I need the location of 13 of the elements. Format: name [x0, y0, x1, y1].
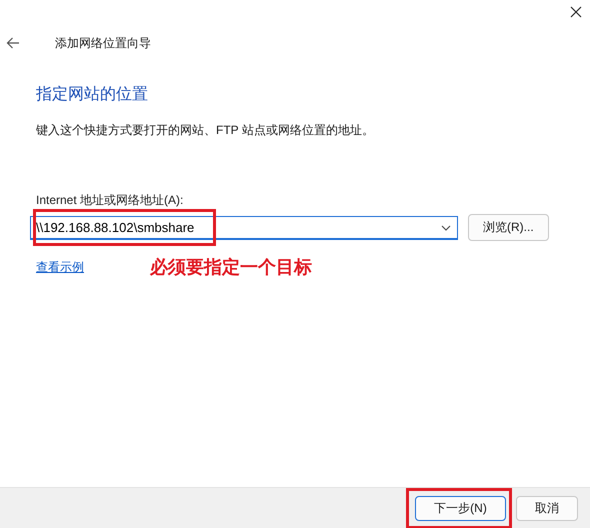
chevron-down-icon[interactable]: [441, 224, 451, 230]
address-label: Internet 地址或网络地址(A):: [36, 192, 184, 209]
address-combo-field[interactable]: \\192.168.88.102\smbshare: [30, 216, 458, 240]
view-example-link[interactable]: 查看示例: [36, 258, 150, 276]
annotation-note: 必须要指定一个目标: [150, 256, 312, 279]
close-icon[interactable]: [570, 6, 582, 18]
wizard-title: 添加网络位置向导: [55, 34, 151, 52]
next-button[interactable]: 下一步(N): [415, 496, 506, 520]
page-heading: 指定网站的位置: [36, 84, 149, 105]
browse-button[interactable]: 浏览(R)...: [468, 214, 549, 241]
description-text: 键入这个快捷方式要打开的网站、FTP 站点或网络位置的地址。: [36, 122, 375, 139]
cancel-button[interactable]: 取消: [516, 496, 578, 520]
back-arrow-icon[interactable]: [6, 37, 20, 49]
